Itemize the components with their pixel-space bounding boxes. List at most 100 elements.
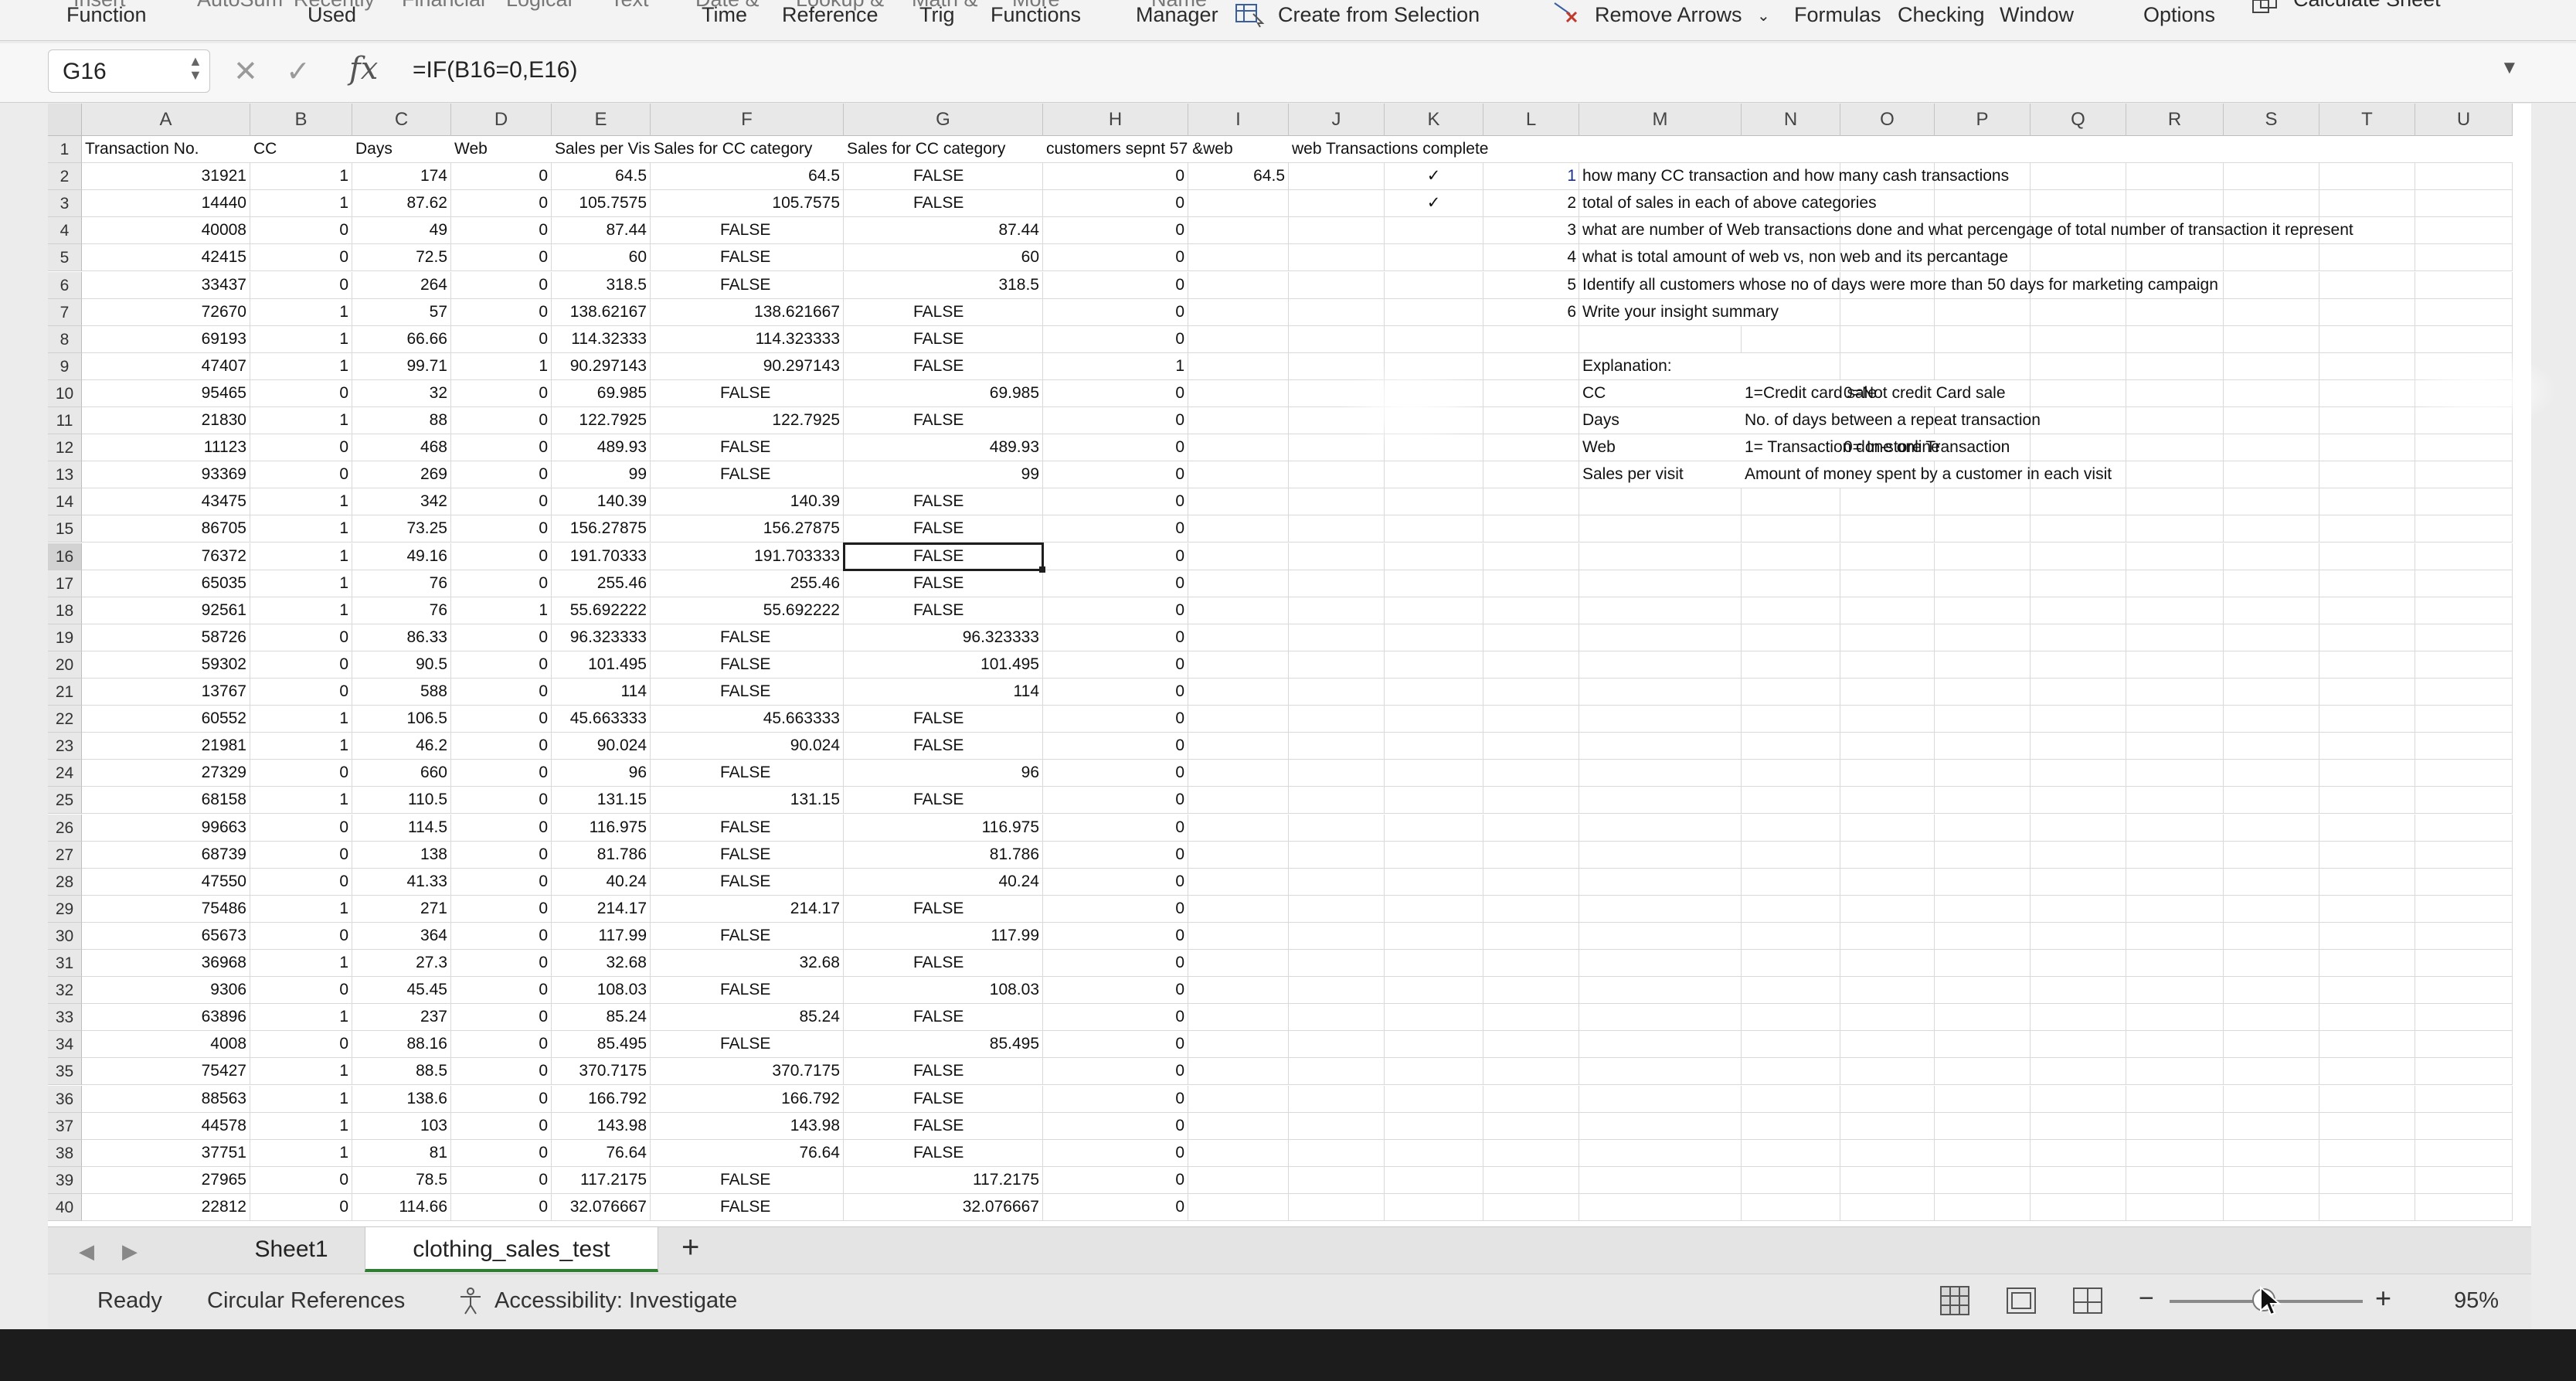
cell-e25[interactable]: 131.15 (552, 787, 651, 815)
cell-l27[interactable] (1483, 841, 1579, 869)
cell-r3[interactable] (2126, 190, 2224, 218)
cell-g35[interactable]: FALSE (844, 1058, 1043, 1086)
cell-h29[interactable]: 0 (1043, 895, 1188, 923)
cell-d7[interactable]: 0 (451, 298, 552, 326)
cell-l1[interactable] (1483, 136, 1579, 164)
cell-k32[interactable] (1385, 977, 1483, 1005)
cell-a3[interactable]: 14440 (82, 190, 250, 218)
cell-g13[interactable]: 99 (844, 461, 1043, 489)
cell-r39[interactable] (2126, 1166, 2224, 1194)
cell-h9[interactable]: 1 (1043, 352, 1188, 380)
cell-q32[interactable] (2031, 977, 2126, 1005)
cell-d1[interactable]: Web (451, 136, 552, 164)
cell-m30[interactable] (1579, 922, 1742, 950)
cell-h37[interactable]: 0 (1043, 1112, 1188, 1140)
cell-q23[interactable] (2031, 733, 2126, 760)
cell-u28[interactable] (2415, 868, 2513, 896)
cell-u1[interactable] (2415, 136, 2513, 164)
row-header[interactable]: 29 (48, 895, 82, 923)
cell-d8[interactable]: 0 (451, 325, 552, 353)
cell-d11[interactable]: 0 (451, 407, 552, 435)
cell-p8[interactable] (1935, 325, 2031, 353)
cell-s22[interactable] (2224, 706, 2319, 733)
cell-c3[interactable]: 87.62 (352, 190, 451, 218)
column-header-e[interactable]: E (552, 104, 651, 136)
cell-h30[interactable]: 0 (1043, 922, 1188, 950)
cell-a35[interactable]: 75427 (82, 1058, 250, 1086)
cell-h39[interactable]: 0 (1043, 1166, 1188, 1194)
cell-b11[interactable]: 1 (250, 407, 352, 435)
cell-u5[interactable] (2415, 244, 2513, 272)
cell-l11[interactable] (1483, 407, 1579, 435)
column-header-a[interactable]: A (82, 104, 250, 136)
cell-a27[interactable]: 68739 (82, 841, 250, 869)
cell-o24[interactable] (1840, 760, 1935, 787)
cell-o31[interactable] (1840, 950, 1935, 978)
cell-q40[interactable] (2031, 1193, 2126, 1221)
cell-k34[interactable] (1385, 1031, 1483, 1059)
cell-a23[interactable]: 21981 (82, 733, 250, 760)
row-header[interactable]: 27 (48, 841, 82, 869)
cell-d16[interactable]: 0 (451, 543, 552, 570)
cell-q15[interactable] (2031, 515, 2126, 543)
cell-a14[interactable]: 43475 (82, 488, 250, 516)
cell-o21[interactable] (1840, 679, 1935, 706)
cell-u21[interactable] (2415, 679, 2513, 706)
cell-h26[interactable]: 0 (1043, 814, 1188, 842)
add-sheet-button[interactable]: + (681, 1230, 699, 1265)
cell-d38[interactable]: 0 (451, 1139, 552, 1167)
cell-m23[interactable] (1579, 733, 1742, 760)
cell-u27[interactable] (2415, 841, 2513, 869)
cell-k2[interactable]: ✓ (1385, 163, 1483, 191)
row-header[interactable]: 20 (48, 651, 82, 679)
cell-r7[interactable] (2126, 298, 2224, 326)
cell-n19[interactable] (1742, 624, 1840, 651)
row-header[interactable]: 34 (48, 1031, 82, 1059)
cell-o10[interactable]: 0=Not credit Card sale (1840, 380, 2006, 407)
cell-g7[interactable]: FALSE (844, 298, 1043, 326)
cell-c32[interactable]: 45.45 (352, 977, 451, 1005)
cell-r25[interactable] (2126, 787, 2224, 815)
cell-b3[interactable]: 1 (250, 190, 352, 218)
cell-r28[interactable] (2126, 868, 2224, 896)
cell-r1[interactable] (2126, 136, 2224, 164)
cell-e6[interactable]: 318.5 (552, 271, 651, 299)
cell-f23[interactable]: 90.024 (651, 733, 844, 760)
cell-c27[interactable]: 138 (352, 841, 451, 869)
cell-o28[interactable] (1840, 868, 1935, 896)
cell-j30[interactable] (1289, 922, 1385, 950)
cell-d37[interactable]: 0 (451, 1112, 552, 1140)
row-header[interactable]: 13 (48, 461, 82, 489)
cell-t18[interactable] (2319, 597, 2415, 624)
cell-h15[interactable]: 0 (1043, 515, 1188, 543)
cell-g24[interactable]: 96 (844, 760, 1043, 787)
cell-f34[interactable]: FALSE (651, 1031, 844, 1059)
cell-i9[interactable] (1188, 352, 1289, 380)
cell-j40[interactable] (1289, 1193, 1385, 1221)
cell-p7[interactable] (1935, 298, 2031, 326)
column-header-q[interactable]: Q (2031, 104, 2126, 136)
cell-k27[interactable] (1385, 841, 1483, 869)
cell-s1[interactable] (2224, 136, 2319, 164)
cell-q8[interactable] (2031, 325, 2126, 353)
cell-b10[interactable]: 0 (250, 379, 352, 407)
cell-s31[interactable] (2224, 950, 2319, 978)
cell-c11[interactable]: 88 (352, 407, 451, 435)
cell-i26[interactable] (1188, 814, 1289, 842)
cell-s29[interactable] (2224, 895, 2319, 923)
cell-j6[interactable] (1289, 271, 1385, 299)
cell-d14[interactable]: 0 (451, 488, 552, 516)
cell-j8[interactable] (1289, 325, 1385, 353)
cell-m29[interactable] (1579, 895, 1742, 923)
cell-b35[interactable]: 1 (250, 1058, 352, 1086)
cell-t9[interactable] (2319, 352, 2415, 380)
cell-r12[interactable] (2126, 434, 2224, 462)
cell-n26[interactable] (1742, 814, 1840, 842)
cell-t6[interactable] (2319, 271, 2415, 299)
cell-t2[interactable] (2319, 163, 2415, 191)
row-header[interactable]: 6 (48, 271, 82, 299)
cell-r34[interactable] (2126, 1031, 2224, 1059)
cell-j23[interactable] (1289, 733, 1385, 760)
cell-e2[interactable]: 64.5 (552, 163, 651, 191)
cell-g5[interactable]: 60 (844, 244, 1043, 272)
